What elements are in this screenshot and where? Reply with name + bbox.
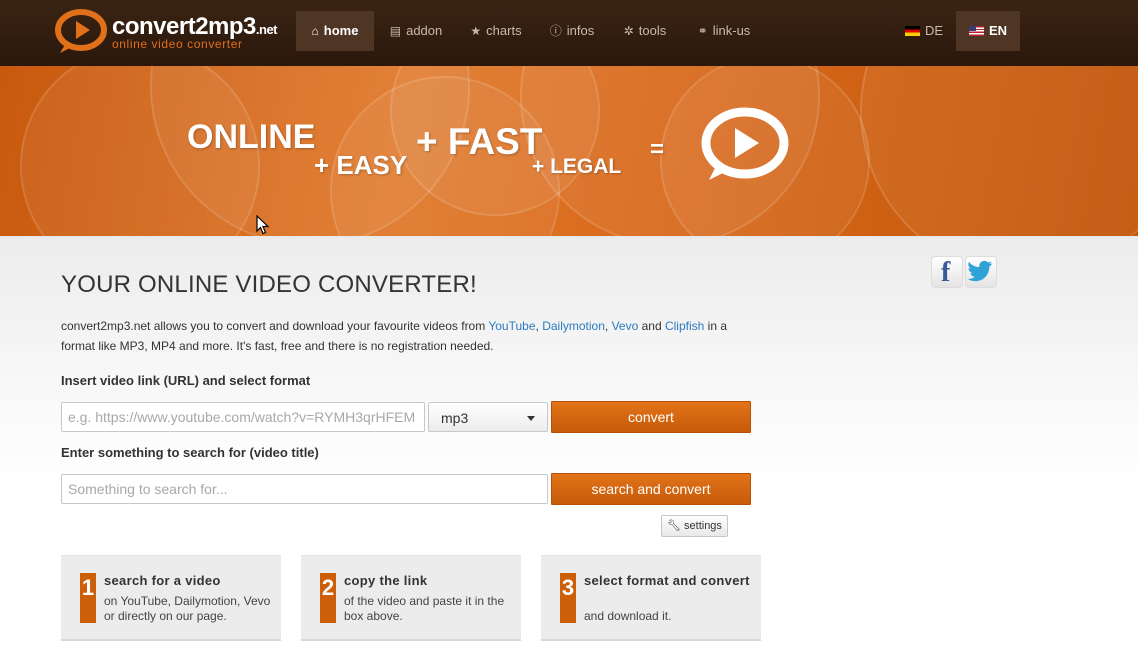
info-icon: ⓘ [549, 24, 562, 38]
convert-button[interactable]: convert [551, 401, 751, 433]
banner-word-legal: + LEGAL [532, 155, 622, 178]
step-card-2: 2 copy the link of the video and paste i… [301, 555, 521, 641]
settings-button[interactable]: 🔧︎ settings [661, 515, 728, 537]
us-flag-icon [968, 25, 984, 36]
banner-equals: = [650, 136, 665, 163]
nav-addon[interactable]: ▤ addon [380, 11, 452, 51]
brand-tagline: online video converter [112, 37, 243, 51]
nav-charts[interactable]: ★ charts [460, 11, 532, 51]
tools-icon: ✲ [623, 24, 634, 38]
home-icon: ⌂ [311, 24, 319, 38]
link-icon: ⚭ [697, 24, 708, 38]
wrench-icon: 🔧︎ [667, 520, 682, 532]
step-number: 3 [560, 573, 576, 623]
step-description: on YouTube, Dailymotion, Vevo or directl… [104, 594, 271, 623]
step-number: 1 [80, 573, 96, 623]
intro-text: convert2mp3.net allows you to convert an… [61, 319, 728, 353]
format-select[interactable]: mp3 [428, 402, 548, 432]
mouse-cursor-icon [256, 215, 270, 235]
language-de[interactable]: DE [896, 11, 952, 51]
logo-play-icon [55, 9, 107, 53]
search-field-label: Enter something to search for (video tit… [61, 445, 319, 460]
search-input[interactable] [61, 474, 548, 504]
step-title: copy the link [344, 573, 428, 588]
search-and-convert-button[interactable]: search and convert [551, 473, 751, 505]
banner-word-fast: + FAST [416, 121, 543, 162]
step-card-1: 1 search for a video on YouTube, Dailymo… [61, 555, 281, 641]
facebook-icon: f [941, 257, 951, 288]
banner-word-online: ONLINE [187, 118, 316, 156]
step-card-3: 3 select format and convert and download… [541, 555, 761, 641]
link-dailymotion[interactable]: Dailymotion [542, 319, 605, 333]
link-vevo[interactable]: Vevo [612, 319, 639, 333]
step-title: select format and convert [584, 573, 750, 588]
nav-infos[interactable]: ⓘ infos [540, 11, 604, 51]
step-title: search for a video [104, 573, 221, 588]
twitter-icon [967, 260, 993, 282]
document-icon: ▤ [389, 24, 402, 38]
nav-tools[interactable]: ✲ tools [612, 11, 678, 51]
language-en[interactable]: EN [956, 11, 1020, 51]
star-icon: ★ [470, 24, 482, 38]
step-description: of the video and paste it in the box abo… [344, 594, 505, 623]
page-title: YOUR ONLINE VIDEO CONVERTER! [61, 271, 477, 298]
chevron-down-icon [527, 416, 535, 421]
banner-word-easy: + EASY [314, 150, 408, 180]
twitter-share-button[interactable] [965, 256, 997, 288]
site-logo[interactable]: convert2mp3.net online video converter [54, 9, 278, 55]
step-number: 2 [320, 573, 336, 623]
top-navigation-bar: convert2mp3.net online video converter ⌂… [0, 0, 1138, 66]
link-clipfish[interactable]: Clipfish [665, 319, 704, 333]
de-flag-icon [904, 25, 920, 36]
hero-banner: ONLINE + EASY + FAST + LEGAL = [0, 66, 1138, 236]
video-url-input[interactable] [61, 402, 425, 432]
facebook-share-button[interactable]: f [931, 256, 963, 288]
format-select-value: mp3 [441, 410, 469, 426]
nav-home[interactable]: ⌂ home [296, 11, 374, 51]
link-youtube[interactable]: YouTube [488, 319, 535, 333]
nav-link-us[interactable]: ⚭ link-us [686, 11, 762, 51]
url-field-label: Insert video link (URL) and select forma… [61, 373, 311, 388]
step-description: and download it. [584, 609, 672, 623]
banner-play-logo-icon [701, 107, 789, 180]
